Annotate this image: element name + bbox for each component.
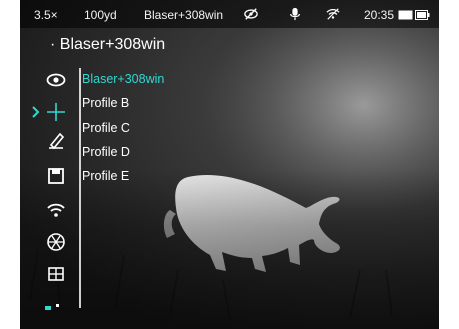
save-icon[interactable]	[46, 166, 66, 186]
wifi-off-icon	[326, 7, 340, 21]
profile-item-d[interactable]: Profile D	[82, 145, 130, 159]
page-dot	[56, 304, 59, 308]
crosshair-icon[interactable]	[46, 102, 66, 122]
menu-rail	[79, 68, 81, 308]
profile-item-c[interactable]: Profile C	[82, 121, 130, 135]
page-indicator	[45, 297, 64, 315]
page-title: · Blaser+308win	[50, 36, 166, 53]
eye-crossed-icon	[244, 7, 258, 21]
range-indicator: 100yd	[84, 8, 117, 22]
status-bar: 3.5× 100yd Blaser+308win 20:35	[20, 0, 439, 28]
grid-icon[interactable]	[46, 264, 66, 284]
zoom-level: 3.5×	[34, 8, 58, 22]
battery-icon	[398, 9, 430, 20]
aperture-icon[interactable]	[46, 232, 66, 252]
eye-icon[interactable]	[46, 70, 66, 90]
page-dot-active	[45, 306, 51, 310]
thermal-viewfinder: 3.5× 100yd Blaser+308win 20:35 · Blaser+…	[20, 0, 439, 329]
microphone-icon	[288, 7, 302, 21]
profile-item-b[interactable]: Profile B	[82, 96, 129, 110]
active-profile-indicator: Blaser+308win	[144, 8, 224, 22]
profile-item-blaser-308win[interactable]: Blaser+308win	[82, 72, 164, 86]
chevron-right-icon	[26, 102, 40, 122]
pencil-icon[interactable]	[46, 130, 66, 150]
wifi-icon[interactable]	[46, 200, 66, 220]
clock: 20:35	[364, 8, 395, 22]
profile-item-e[interactable]: Profile E	[82, 169, 129, 183]
